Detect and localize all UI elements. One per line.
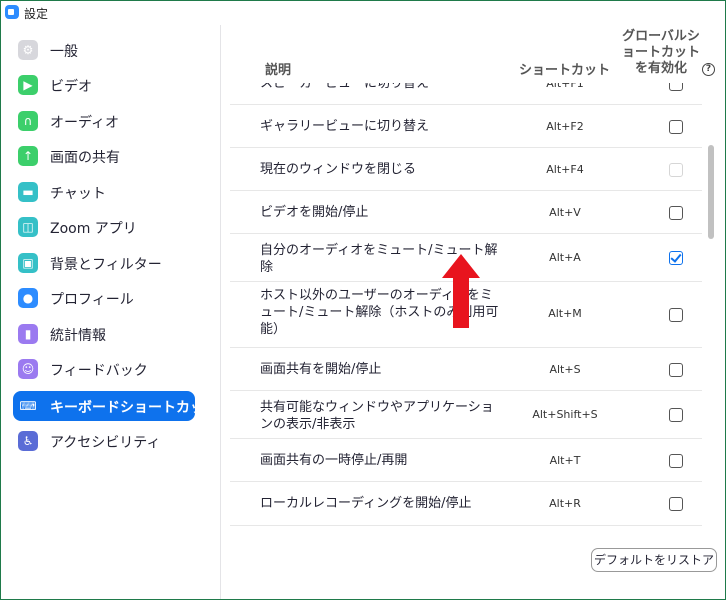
global-shortcut-checkbox[interactable] [669,362,683,377]
table-row: ローカルレコーディングを開始/停止 Alt+R [230,481,702,525]
sidebar-item-8[interactable]: ▮ 統計情報 [13,319,195,349]
global-shortcut-checkbox[interactable] [669,408,683,422]
sidebar-item-7[interactable]: ● プロフィール [13,283,195,313]
headphones-icon: ∩ [18,111,38,131]
shortcut-key: Alt+F1 [546,83,584,90]
sidebar-item-2[interactable]: ∩ オーディオ [13,106,195,136]
table-row: ビデオを開始/停止 Alt+V [230,190,702,234]
shortcut-key: Alt+V [549,206,581,219]
sidebar-item-6[interactable]: ▣ 背景とフィルター [13,248,195,278]
sidebar-item-3[interactable]: ↑ 画面の共有 [13,141,195,171]
header-global-shortcut: グローバルショートカットを有効化 [621,29,700,76]
global-shortcut-checkbox[interactable] [669,119,683,134]
global-shortcut-checkbox[interactable] [669,251,683,265]
sidebar-item-label: 統計情報 [50,328,106,344]
sidebar-item-4[interactable]: ▬ チャット [13,177,195,207]
shortcut-key: Alt+F4 [546,163,584,176]
share-screen-icon: ↑ [18,146,38,166]
sidebar-item-label: キーボードショートカット [50,400,218,416]
sidebar-item-label: フィードバック [50,363,148,379]
shortcut-description: 共有可能なウィンドウやアプリケーションの表示/非表示 [260,400,494,432]
sidebar-item-9[interactable]: ☺ フィードバック [13,354,195,384]
header-description: 説明 [265,63,292,78]
global-shortcut-checkbox[interactable] [669,308,683,322]
table-row: 共有可能なウィンドウやアプリケーションの表示/非表示 Alt+Shift+S [230,390,702,439]
sidebar-item-label: チャット [50,186,106,202]
table-header: 説明 ショートカット グローバルショートカットを有効化 ? [221,25,725,83]
global-shortcut-checkbox[interactable] [669,83,683,91]
restore-defaults-button[interactable]: デフォルトをリストア [591,548,717,572]
background-icon: ▣ [18,253,38,273]
settings-window: 設定 ⚙ 一般 ▶ ビデオ ∩ オーディオ ↑ 画面の共有 ▬ チャット ◫ Zoom アプリ ▣ 背景と… [0,0,726,600]
statistics-icon: ▮ [18,324,38,344]
sidebar-item-0[interactable]: ⚙ 一般 [13,35,195,65]
vertical-scrollbar[interactable] [705,83,717,525]
accessibility-icon: ♿ [18,431,38,451]
sidebar-item-label: ビデオ [50,79,92,95]
shortcut-description: 画面共有の一時停止/再開 [260,453,408,468]
global-shortcut-checkbox[interactable] [669,496,683,511]
zoom-app-icon [5,5,19,19]
shortcut-description: スピーカービューに切り替え [260,83,430,91]
table-row: ギャラリービューに切り替え Alt+F2 [230,104,702,148]
sidebar-item-label: 背景とフィルター [50,257,162,273]
profile-icon: ● [18,288,38,308]
sidebar-item-10[interactable]: ⌨ キーボードショートカット [13,391,218,421]
sidebar-item-1[interactable]: ▶ ビデオ [13,70,195,100]
table-row: 画面共有を開始/停止 Alt+S [230,347,702,391]
red-arrow-annotation [442,254,480,328]
sidebar-item-5[interactable]: ◫ Zoom アプリ [13,212,195,242]
sidebar-item-label: 一般 [50,44,78,60]
window-title: 設定 [24,7,49,21]
keyboard-icon: ⌨ [19,399,37,413]
settings-sidebar: ⚙ 一般 ▶ ビデオ ∩ オーディオ ↑ 画面の共有 ▬ チャット ◫ Zoom アプリ ▣ 背景とフィル… [1,25,221,599]
shortcut-description: ギャラリービューに切り替え [260,119,430,134]
sidebar-item-label: Zoom アプリ [50,221,137,237]
shortcut-key: Alt+R [549,497,581,510]
global-shortcut-checkbox [669,162,683,177]
global-shortcut-checkbox[interactable] [669,453,683,468]
header-shortcut: ショートカット [519,63,611,78]
shortcut-key: Alt+A [549,251,581,264]
shortcut-key: Alt+S [549,363,581,376]
table-row: 現在のウィンドウを閉じる Alt+F4 [230,147,702,191]
gear-icon: ⚙ [18,40,38,60]
scrollbar-thumb[interactable] [708,145,714,239]
feedback-smile-icon: ☺ [18,359,38,379]
shortcut-description: 現在のウィンドウを閉じる [260,162,417,177]
chat-bubble-icon: ▬ [18,182,38,202]
table-row: 画面共有の一時停止/再開 Alt+T [230,438,702,482]
table-row: スピーカービューに切り替え Alt+F1 [230,83,702,105]
sidebar-item-label: プロフィール [50,292,134,308]
global-shortcut-checkbox[interactable] [669,205,683,220]
shortcut-description: ビデオを開始/停止 [260,205,369,220]
shortcut-key: Alt+T [549,454,581,467]
shortcut-description: 画面共有を開始/停止 [260,362,382,377]
apps-icon: ◫ [18,217,38,237]
video-camera-icon: ▶ [18,75,38,95]
shortcut-key: Alt+F2 [546,120,584,133]
sidebar-item-label: 画面の共有 [50,150,120,166]
shortcut-key: Alt+Shift+S [532,408,598,421]
shortcut-key: Alt+M [548,307,582,320]
help-question-icon[interactable]: ? [702,63,715,76]
sidebar-item-label: オーディオ [50,115,120,131]
title-bar: 設定 [1,1,725,25]
sidebar-item-label: アクセシビリティ [50,435,161,451]
sidebar-item-11[interactable]: ♿ アクセシビリティ [13,426,195,456]
shortcut-description: ローカルレコーディングを開始/停止 [260,496,472,511]
